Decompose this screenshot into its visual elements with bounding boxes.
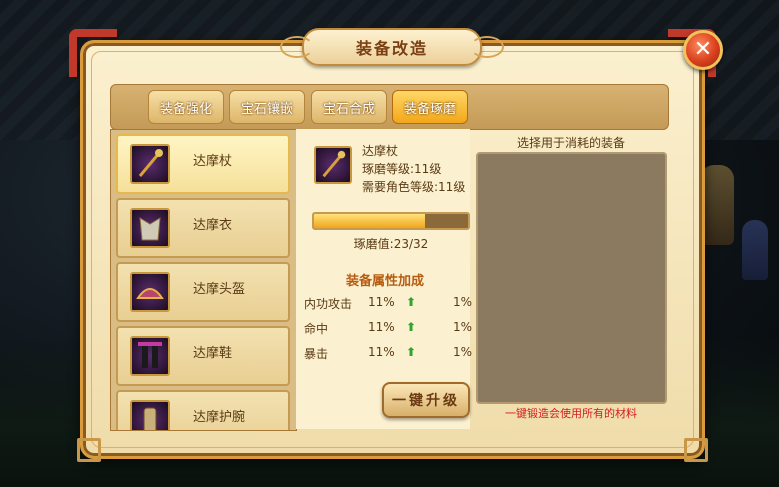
attribute-value: 11% bbox=[368, 345, 395, 359]
attribute-bonus: 1% bbox=[452, 295, 472, 309]
corner-ornament-bl bbox=[77, 438, 101, 462]
background-npc bbox=[700, 165, 734, 245]
arrow-up-icon: ⬆ bbox=[406, 345, 417, 359]
arrow-up-icon: ⬆ bbox=[406, 295, 417, 309]
list-item-helmet[interactable]: 达摩头盔 bbox=[116, 262, 290, 322]
armor-icon bbox=[130, 208, 170, 248]
item-name: 达摩鞋 bbox=[193, 346, 233, 361]
consume-panel-title: 选择用于消耗的装备 bbox=[516, 136, 625, 150]
attribute-value: 11% bbox=[368, 320, 395, 334]
background-npc-2 bbox=[742, 220, 768, 280]
title-scroll-right bbox=[470, 36, 504, 58]
attribute-row: 命中 11% ⬆ 1% bbox=[304, 320, 472, 338]
attribute-bonus-title: 装备属性加成 bbox=[345, 274, 424, 289]
item-name: 达摩头盔 bbox=[193, 282, 246, 297]
window-title: 装备改造 bbox=[355, 39, 428, 58]
attribute-row: 内功攻击 11% ⬆ 1% bbox=[304, 295, 472, 313]
polish-progress-label: 琢磨值:23/32 bbox=[353, 237, 429, 251]
required-level: 需要角色等级:11级 bbox=[362, 180, 466, 194]
polish-progress-bar bbox=[312, 212, 470, 230]
tab-gem-inlay[interactable]: 宝石镶嵌 bbox=[229, 90, 305, 124]
attribute-value: 11% bbox=[368, 295, 395, 309]
item-name: 达摩护腕 bbox=[193, 410, 246, 425]
tab-equip-polish[interactable]: 装备琢磨 bbox=[392, 90, 468, 124]
title-scroll-left bbox=[280, 36, 314, 58]
tab-equip-enhance[interactable]: 装备强化 bbox=[148, 90, 224, 124]
item-name: 达摩衣 bbox=[193, 218, 233, 233]
close-icon: ✕ bbox=[693, 37, 713, 62]
selected-item-name: 达摩杖 bbox=[362, 144, 399, 158]
item-name: 达摩杖 bbox=[193, 154, 233, 169]
list-item-robe[interactable]: 达摩衣 bbox=[116, 198, 290, 258]
corner-ribbon-left bbox=[69, 29, 117, 77]
consume-equipment-slot-area[interactable] bbox=[476, 152, 667, 404]
one-click-upgrade-button[interactable]: 一键升级 bbox=[382, 382, 470, 418]
attribute-name: 暴击 bbox=[304, 347, 329, 361]
corner-ornament-br bbox=[684, 438, 708, 462]
polish-level: 琢磨等级:11级 bbox=[362, 162, 442, 176]
list-item-boots[interactable]: 达摩鞋 bbox=[116, 326, 290, 386]
selected-item-staff-icon bbox=[314, 146, 352, 184]
helmet-icon bbox=[130, 272, 170, 312]
boots-icon bbox=[130, 336, 170, 376]
attribute-name: 命中 bbox=[304, 322, 329, 336]
window-title-plate: 装备改造 bbox=[280, 28, 504, 66]
list-item-staff[interactable]: 达摩杖 bbox=[116, 134, 290, 194]
staff-icon bbox=[130, 144, 170, 184]
close-button[interactable]: ✕ bbox=[683, 30, 723, 70]
tab-gem-combine[interactable]: 宝石合成 bbox=[311, 90, 387, 124]
attribute-row: 暴击 11% ⬆ 1% bbox=[304, 345, 472, 363]
arrow-up-icon: ⬆ bbox=[406, 320, 417, 334]
attribute-bonus: 1% bbox=[452, 320, 472, 334]
bracer-icon bbox=[130, 400, 170, 430]
list-item-bracer[interactable]: 达摩护腕 bbox=[116, 390, 290, 430]
attribute-name: 内功攻击 bbox=[304, 297, 353, 311]
forge-hint: 一键锻造会使用所有的材料 bbox=[505, 407, 637, 420]
polish-progress-fill bbox=[314, 214, 425, 228]
equipment-list[interactable]: 达摩杖 达摩衣 达摩头盔 达摩鞋 达摩护腕 bbox=[110, 129, 297, 431]
attribute-bonus: 1% bbox=[452, 345, 472, 359]
